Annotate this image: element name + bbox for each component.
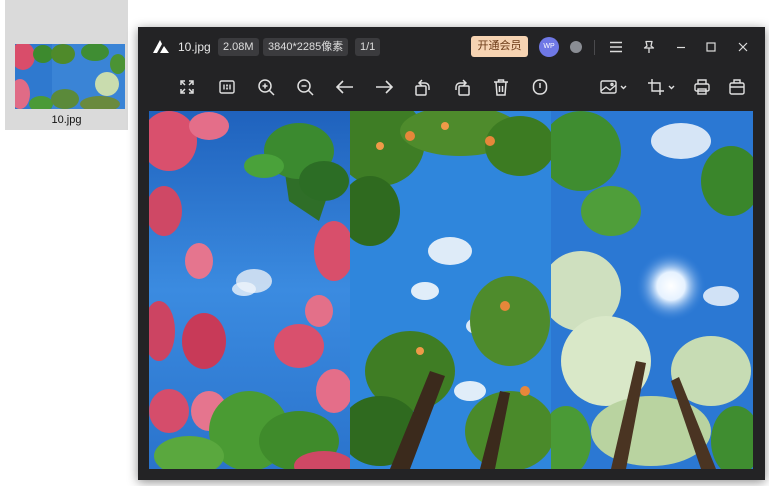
zoom-out-icon[interactable] — [292, 74, 318, 100]
delete-icon[interactable] — [488, 74, 514, 100]
page-count-pill: 1/1 — [355, 38, 381, 56]
previous-arrow-icon[interactable] — [332, 74, 358, 100]
pin-icon[interactable] — [639, 37, 659, 57]
image-viewer-window: 10.jpg 2.08M 3840*2285像素 1/1 开通会员 WP — [138, 27, 765, 480]
image-panel-flowers — [149, 111, 350, 469]
minimize-icon[interactable] — [671, 37, 691, 57]
file-size-pill: 2.08M — [218, 38, 259, 56]
titlebar-divider — [594, 40, 595, 55]
close-icon[interactable] — [733, 37, 753, 57]
info-icon[interactable] — [527, 74, 553, 100]
edit-image-icon[interactable] — [598, 74, 630, 100]
actual-size-icon[interactable] — [214, 74, 240, 100]
open-membership-button[interactable]: 开通会员 — [471, 36, 528, 57]
file-name-label: 10.jpg — [51, 114, 82, 126]
print-icon[interactable] — [689, 74, 715, 100]
window-filename: 10.jpg — [178, 40, 211, 54]
member-badge-icon[interactable] — [570, 41, 582, 53]
rotate-left-icon[interactable] — [410, 74, 436, 100]
fullscreen-icon[interactable] — [174, 74, 200, 100]
main-image[interactable] — [149, 111, 753, 469]
next-arrow-icon[interactable] — [371, 74, 397, 100]
rotate-right-icon[interactable] — [449, 74, 475, 100]
crop-icon[interactable] — [646, 74, 678, 100]
zoom-in-icon[interactable] — [253, 74, 279, 100]
more-tools-icon[interactable] — [724, 74, 750, 100]
title-bar[interactable]: 10.jpg 2.08M 3840*2285像素 1/1 开通会员 WP — [138, 27, 765, 67]
desktop-file-tile[interactable]: 10.jpg — [5, 0, 128, 130]
resolution-pill: 3840*2285像素 — [263, 38, 349, 56]
user-avatar[interactable]: WP — [539, 37, 559, 57]
image-panel-white-blossom — [551, 111, 753, 469]
maximize-icon[interactable] — [701, 37, 721, 57]
app-logo-icon — [153, 40, 169, 53]
menu-icon[interactable] — [606, 37, 626, 57]
viewer-toolbar — [138, 67, 765, 107]
image-panel-orange-tree — [350, 111, 551, 469]
file-thumbnail[interactable] — [15, 44, 125, 109]
